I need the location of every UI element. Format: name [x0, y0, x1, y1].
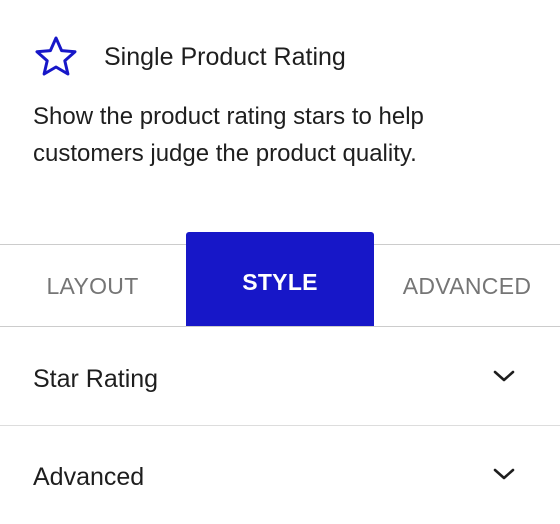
panel-advanced[interactable]: Advanced — [0, 426, 560, 523]
chevron-down-icon[interactable] — [492, 368, 516, 384]
tab-layout[interactable]: Layout — [0, 245, 185, 327]
chevron-down-icon[interactable] — [492, 466, 516, 482]
settings-tabs: Layout Style Advanced — [0, 232, 560, 327]
block-header: Single Product Rating — [33, 34, 346, 80]
panel-star-rating[interactable]: Star Rating — [0, 328, 560, 426]
block-title: Single Product Rating — [104, 43, 346, 71]
tab-advanced[interactable]: Advanced — [374, 245, 560, 327]
star-icon — [33, 34, 79, 80]
block-description: Show the product rating stars to help cu… — [33, 103, 424, 167]
tab-style[interactable]: Style — [186, 232, 374, 327]
panel-title: Star Rating — [33, 365, 159, 393]
tabs-divider-bottom — [0, 326, 560, 327]
panel-title: Advanced — [33, 463, 145, 491]
